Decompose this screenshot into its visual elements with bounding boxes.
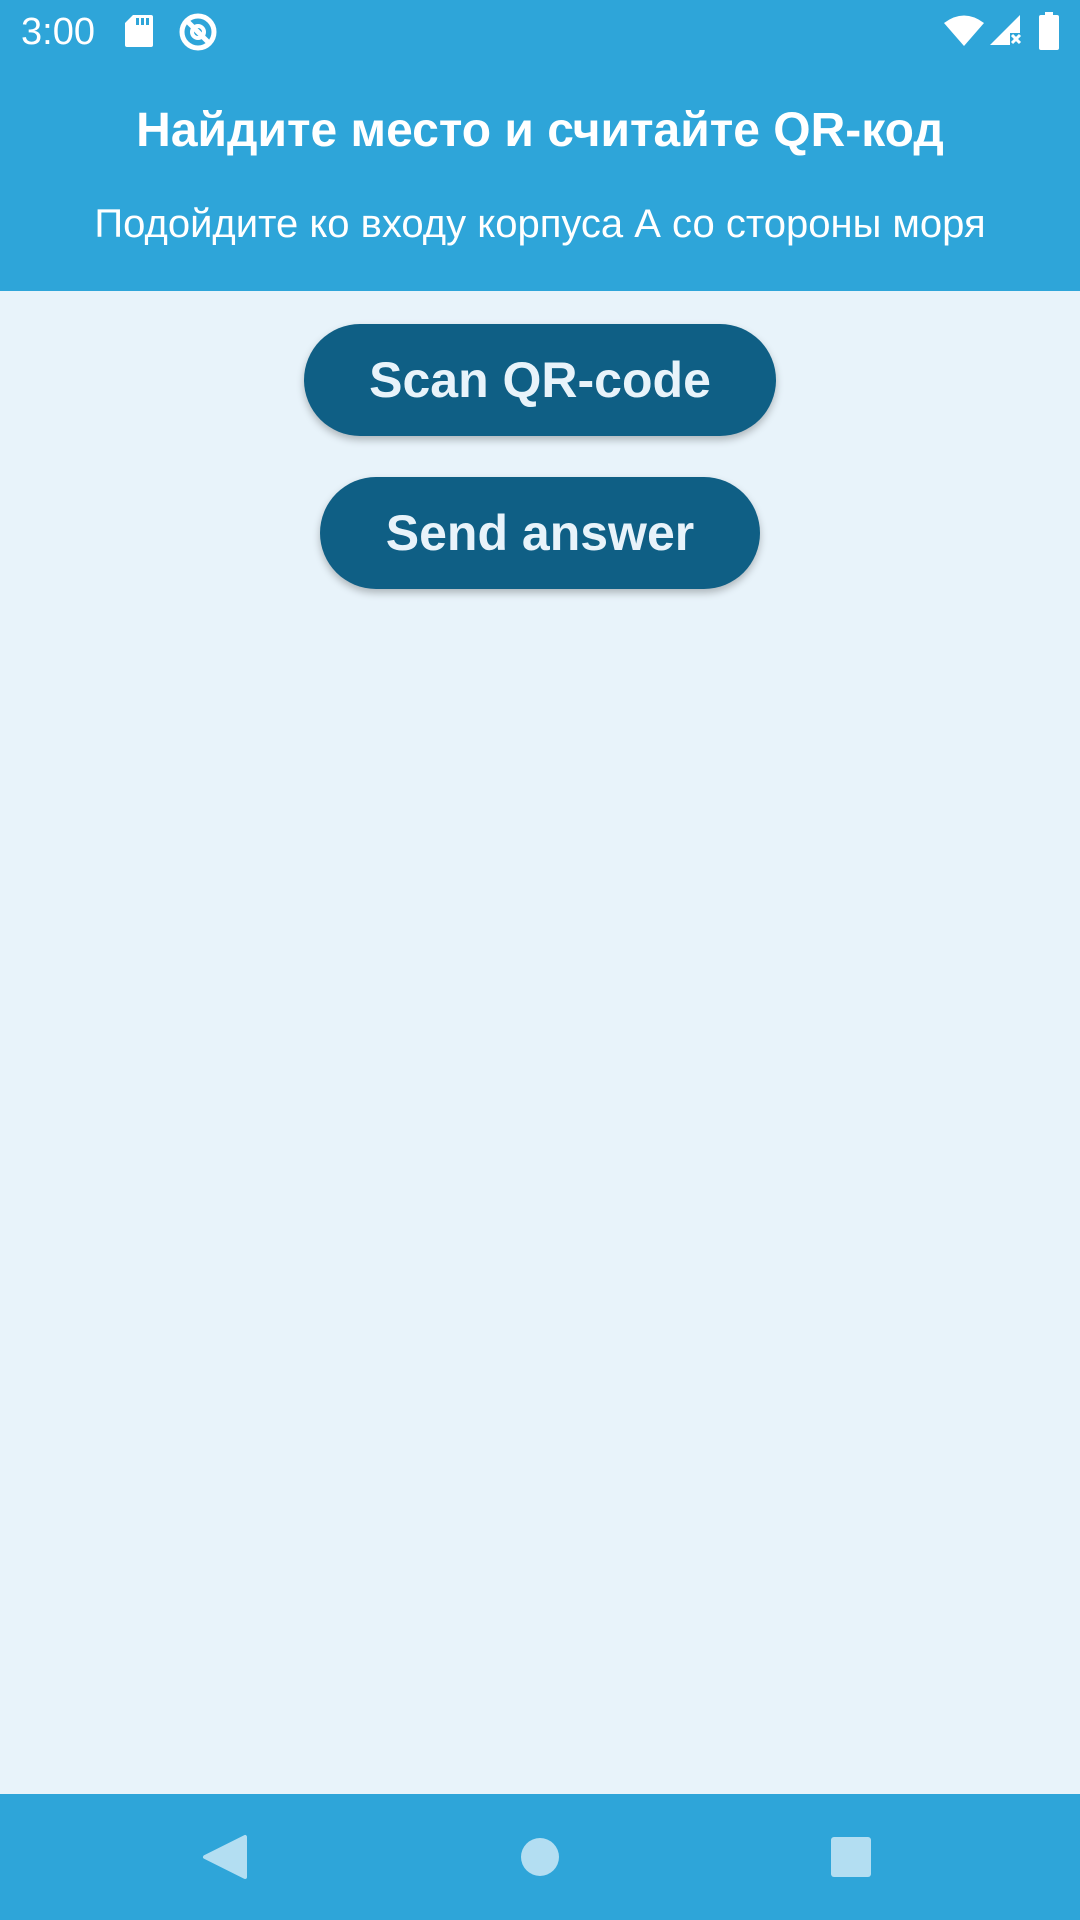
page-subtitle: Подойдите ко входу корпуса А со стороны … — [94, 202, 986, 246]
no-disturb-icon — [178, 12, 218, 57]
back-button[interactable] — [180, 1814, 270, 1900]
back-icon — [180, 1814, 270, 1900]
home-icon — [495, 1814, 585, 1900]
page-title: Найдите место и считайте QR-код — [136, 104, 944, 157]
header: Найдите место и считайте QR-код Подойдит… — [0, 63, 1080, 291]
navigation-bar — [0, 1794, 1080, 1920]
wifi-icon — [944, 14, 984, 51]
signal-no-data-icon — [988, 13, 1022, 52]
status-time: 3:00 — [21, 11, 95, 53]
recents-button[interactable] — [806, 1814, 896, 1900]
home-button[interactable] — [495, 1814, 585, 1900]
battery-icon — [1038, 12, 1060, 55]
send-answer-button[interactable]: Send answer — [320, 477, 760, 589]
status-bar: 3:00 — [0, 0, 1080, 63]
scan-qr-button[interactable]: Scan QR-code — [304, 324, 776, 436]
sd-card-icon — [124, 14, 154, 53]
recents-icon — [806, 1814, 896, 1900]
